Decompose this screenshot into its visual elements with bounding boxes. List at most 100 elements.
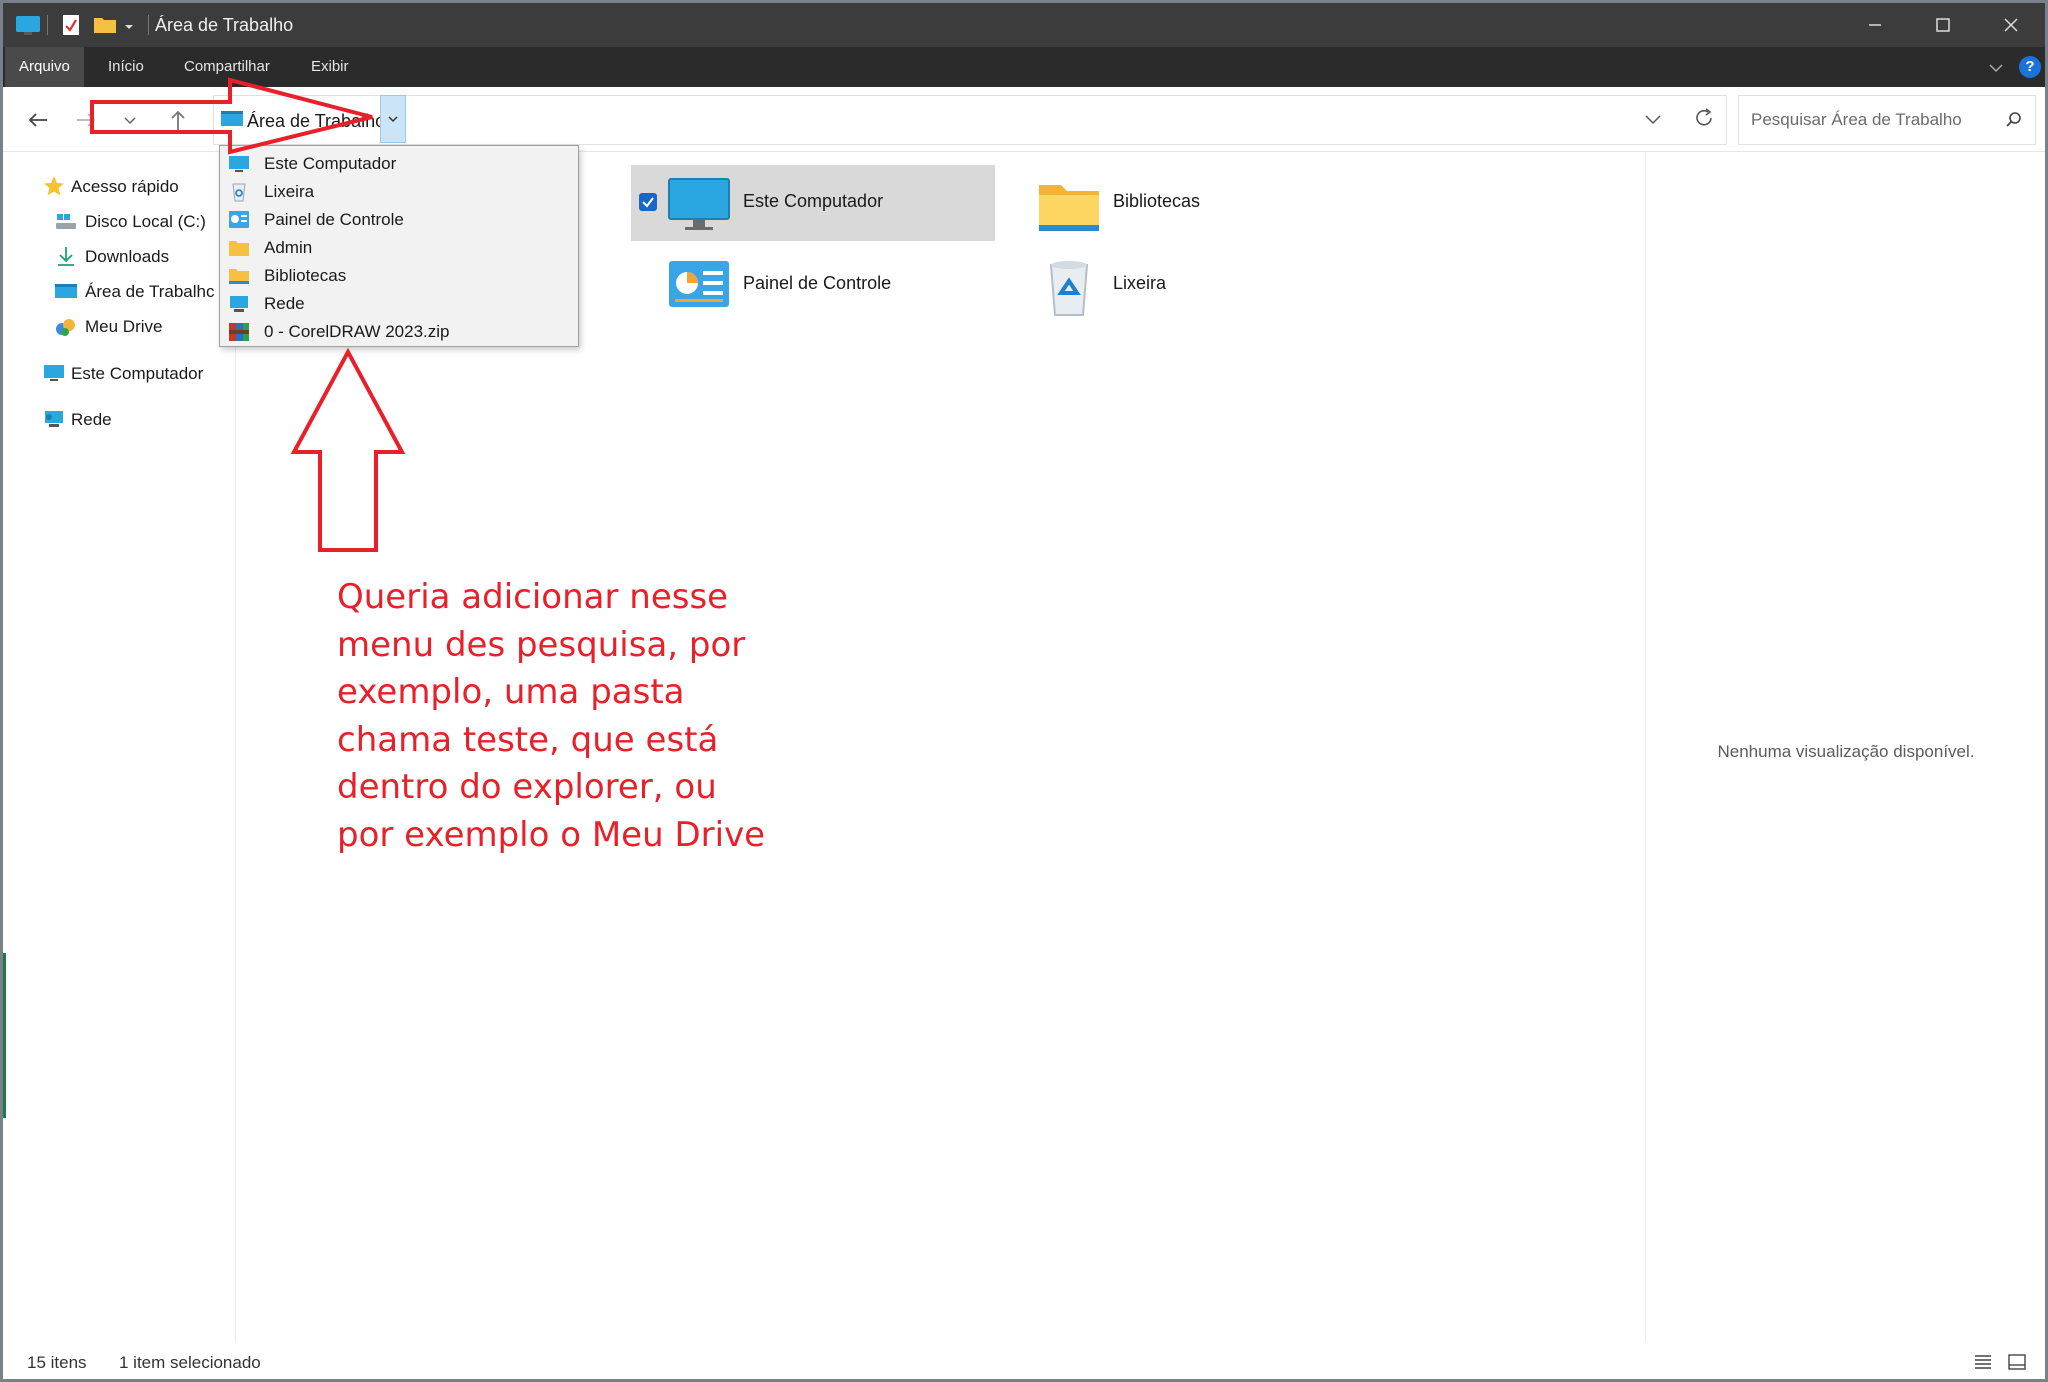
search-placeholder: Pesquisar Área de Trabalho [1751,110,1962,129]
nav-quick-access-label: Acesso rápido [71,177,179,196]
window-title: Área de Trabalho [155,15,294,35]
dropdown-item-bibliotecas[interactable]: Bibliotecas [220,262,578,290]
recycle-bin-icon [1049,261,1089,316]
back-arrow-icon[interactable] [21,103,55,137]
network-icon [45,411,63,427]
refresh-icon[interactable] [1693,107,1715,129]
zip-archive-icon [229,323,249,341]
desktop-icon [221,111,243,126]
breadcrumb-dropdown-menu: Este Computador Lixeira Painel de Contro… [219,145,579,347]
dropdown-item-label: 0 - CorelDRAW 2023.zip [264,322,450,341]
tab-exibir[interactable]: Exibir [297,47,363,87]
item-este-computador[interactable]: Este Computador [631,165,995,241]
background-window-edge [3,953,6,1118]
annotation-note: Queria adicionar nesse menu des pesquisa… [337,574,777,856]
title-bar: Área de Trabalho [3,3,2045,47]
item-count: 15 itens [27,1353,87,1372]
star-icon [44,176,64,196]
title-divider-2 [148,15,149,35]
dropdown-item-label: Lixeira [264,182,315,201]
title-divider [47,15,48,35]
chevron-down-icon [388,116,398,123]
item-painel-de-controle[interactable]: Painel de Controle [631,247,995,323]
nav-rede-label: Rede [71,410,112,429]
file-explorer-window: Área de Trabalho Arquivo Início Comparti… [3,3,2045,1379]
annotation-line: por exemplo o Meu Drive [337,814,766,855]
google-drive-icon [56,319,75,336]
desktop-icon [55,284,77,298]
minimize-button[interactable] [1841,3,1909,47]
nav-item-label: Meu Drive [85,317,163,336]
nav-item-label: Área de Trabalhc [85,282,215,301]
annotation-line: exemplo, uma pasta [337,672,685,712]
breadcrumb-current[interactable]: Área de Trabalho [247,111,385,132]
monitor-icon [668,178,730,230]
dropdown-item-label: Painel de Controle [264,210,404,229]
dropdown-item-coreldraw-zip[interactable]: 0 - CorelDRAW 2023.zip [220,318,578,346]
dropdown-item-label: Bibliotecas [264,266,347,285]
download-icon [58,247,74,266]
dropdown-item-este-computador[interactable]: Este Computador [220,150,578,178]
network-icon [230,296,248,312]
selection-checkbox[interactable] [639,193,657,211]
search-input[interactable]: Pesquisar Área de Trabalho [1738,95,2036,145]
breadcrumb-chevron-button[interactable] [380,95,406,143]
forward-arrow-icon[interactable] [69,103,103,137]
tab-inicio[interactable]: Início [94,47,158,87]
tab-compartilhar[interactable]: Compartilhar [170,47,284,87]
dropdown-item-lixeira[interactable]: Lixeira [220,178,578,206]
recycle-bin-icon [232,183,246,202]
up-arrow-icon[interactable] [161,103,195,137]
new-folder-quick-icon[interactable] [93,13,117,37]
monitor-icon [229,156,249,172]
dropdown-item-admin[interactable]: Admin [220,234,578,262]
dropdown-item-label: Rede [264,294,305,313]
selection-count: 1 item selecionado [119,1353,261,1372]
nav-item-label: Downloads [85,247,170,266]
recent-locations-icon[interactable] [117,103,143,137]
item-label: Lixeira [1113,273,1167,293]
control-panel-icon [229,211,249,228]
annotation-line: dentro do explorer, ou [337,767,717,807]
item-bibliotecas[interactable]: Bibliotecas [1001,165,1365,241]
folder-icon [229,269,249,284]
item-label: Painel de Controle [743,273,892,293]
address-bar[interactable] [213,95,1727,145]
status-bar: 15 itens 1 item selecionado [3,1343,2045,1379]
search-icon[interactable] [2005,111,2023,129]
item-label: Este Computador [743,191,884,211]
item-label: Bibliotecas [1113,191,1201,211]
dropdown-item-label: Este Computador [264,154,397,173]
dropdown-item-painel-de-controle[interactable]: Painel de Controle [220,206,578,234]
ribbon-tabs: Arquivo Início Compartilhar Exibir ? [3,47,2045,87]
ribbon-expand-icon[interactable] [1987,59,2005,77]
preview-message: Nenhuma visualização disponível. [1717,742,1975,761]
folder-icon [1039,185,1099,231]
monitor-icon [44,365,64,381]
folder-icon [229,241,249,256]
tab-arquivo[interactable]: Arquivo [5,47,84,87]
explorer-app-icon [16,16,40,35]
dropdown-item-rede[interactable]: Rede [220,290,578,318]
nav-este-computador-label: Este Computador [71,364,204,383]
large-icons-view-icon[interactable] [2007,1353,2027,1371]
item-lixeira[interactable]: Lixeira [1001,247,1365,323]
nav-item-label: Disco Local (C:) [85,212,206,231]
preview-pane: Nenhuma visualização disponível. [1645,152,2045,1342]
address-history-chevron-icon[interactable] [1643,109,1663,129]
close-button[interactable] [1977,3,2045,47]
help-icon[interactable]: ? [2019,56,2041,78]
address-row: Área de Trabalho Pesquisar Área de Traba… [3,87,2045,152]
navigation-pane: Acesso rápido Disco Local (C:) Downloads… [3,152,236,1342]
checkmark-icon [642,197,654,208]
details-view-icon[interactable] [1973,1353,1993,1371]
quick-access-dropdown-icon[interactable] [123,13,135,37]
maximize-button[interactable] [1909,3,1977,47]
annotation-line: menu des pesquisa, por [337,624,746,665]
annotation-line: chama teste, que está [337,719,719,760]
control-panel-icon [669,261,729,307]
drive-icon [56,214,76,229]
dropdown-item-label: Admin [264,238,313,257]
annotation-line: Queria adicionar nesse [337,577,729,617]
properties-quick-icon[interactable] [61,13,81,37]
